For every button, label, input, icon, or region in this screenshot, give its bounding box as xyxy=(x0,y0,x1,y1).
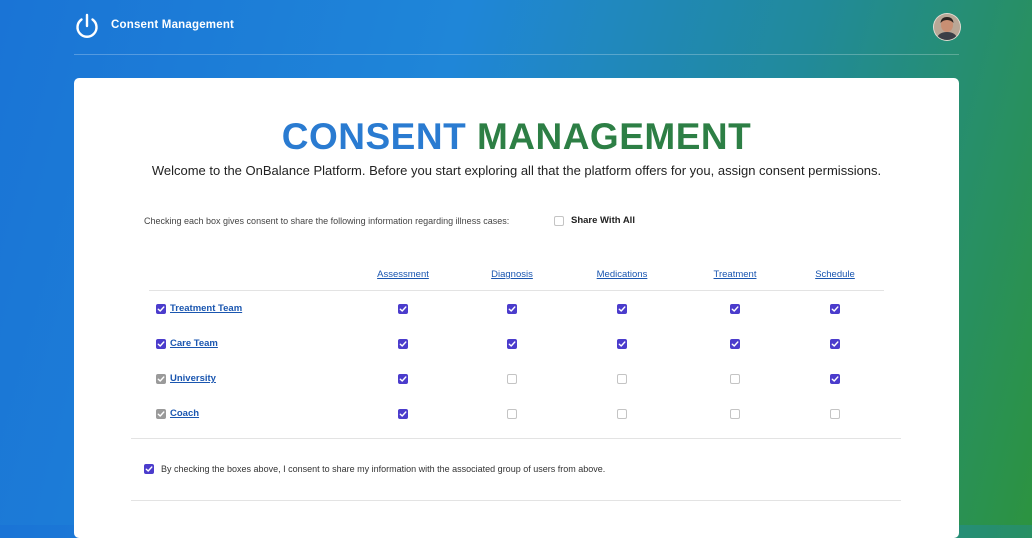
consent-checkbox-university-assessment[interactable] xyxy=(398,374,408,384)
column-header-diagnosis[interactable]: Diagnosis xyxy=(491,269,533,280)
column-header-assessment[interactable]: Assessment xyxy=(377,269,429,280)
row-label-treatment-team[interactable]: Treatment Team xyxy=(170,303,242,314)
consent-checkbox-coach-medications[interactable] xyxy=(617,409,627,419)
consent-checkbox-treatment-team-schedule[interactable] xyxy=(830,304,840,314)
avatar[interactable] xyxy=(933,13,961,41)
consent-checkbox-university-treatment[interactable] xyxy=(730,374,740,384)
row-label-university[interactable]: University xyxy=(170,373,216,384)
consent-checkbox-care-team-medications[interactable] xyxy=(617,339,627,349)
consent-agreement[interactable]: By checking the boxes above, I consent t… xyxy=(144,464,605,474)
share-with-all[interactable]: Share With All xyxy=(554,215,635,226)
column-header-medications[interactable]: Medications xyxy=(597,269,648,280)
consent-checkbox-coach-assessment[interactable] xyxy=(398,409,408,419)
title-word-2: MANAGEMENT xyxy=(476,116,752,157)
header-divider xyxy=(74,54,959,55)
consent-checkbox-coach-treatment[interactable] xyxy=(730,409,740,419)
agreement-text: By checking the boxes above, I consent t… xyxy=(161,464,606,474)
agreement-divider xyxy=(131,500,901,501)
consent-checkbox-treatment-team-medications[interactable] xyxy=(617,304,627,314)
app-title: Consent Management xyxy=(111,19,235,31)
row-checkbox-treatment-team[interactable] xyxy=(156,303,166,314)
consent-checkbox-treatment-team-diagnosis[interactable] xyxy=(507,304,517,314)
share-with-all-checkbox[interactable] xyxy=(554,215,564,226)
agreement-checkbox[interactable] xyxy=(144,464,154,474)
column-header-treatment[interactable]: Treatment xyxy=(714,269,757,280)
row-checkbox-university[interactable] xyxy=(156,373,166,384)
row-care-team[interactable]: Care Team xyxy=(156,338,218,349)
share-with-all-label: Share With All xyxy=(571,215,635,226)
table-header-divider xyxy=(149,290,884,291)
consent-checkbox-treatment-team-assessment[interactable] xyxy=(398,304,408,314)
page-title: CONSENT MANAGEMENT xyxy=(74,116,959,158)
row-coach[interactable]: Coach xyxy=(156,408,199,419)
consent-checkbox-care-team-schedule[interactable] xyxy=(830,339,840,349)
consent-hint: Checking each box gives consent to share… xyxy=(144,216,510,226)
consent-checkbox-coach-diagnosis[interactable] xyxy=(507,409,517,419)
consent-checkbox-care-team-assessment[interactable] xyxy=(398,339,408,349)
consent-checkbox-care-team-diagnosis[interactable] xyxy=(507,339,517,349)
top-bar: Consent Management xyxy=(0,0,1032,54)
row-university[interactable]: University xyxy=(156,373,216,384)
row-checkbox-coach[interactable] xyxy=(156,408,166,419)
title-word-1: CONSENT xyxy=(281,116,467,157)
row-label-care-team[interactable]: Care Team xyxy=(170,338,218,349)
consent-checkbox-treatment-team-treatment[interactable] xyxy=(730,304,740,314)
consent-card: CONSENT MANAGEMENT Welcome to the OnBala… xyxy=(74,78,959,538)
row-checkbox-care-team[interactable] xyxy=(156,338,166,349)
welcome-text: Welcome to the OnBalance Platform. Befor… xyxy=(151,163,882,178)
row-treatment-team[interactable]: Treatment Team xyxy=(156,303,242,314)
consent-checkbox-university-schedule[interactable] xyxy=(830,374,840,384)
consent-checkbox-university-medications[interactable] xyxy=(617,374,627,384)
column-header-schedule[interactable]: Schedule xyxy=(815,269,855,280)
consent-checkbox-university-diagnosis[interactable] xyxy=(507,374,517,384)
power-icon[interactable] xyxy=(73,12,101,40)
consent-checkbox-coach-schedule[interactable] xyxy=(830,409,840,419)
table-bottom-divider xyxy=(131,438,901,439)
consent-checkbox-care-team-treatment[interactable] xyxy=(730,339,740,349)
row-label-coach[interactable]: Coach xyxy=(170,408,199,419)
